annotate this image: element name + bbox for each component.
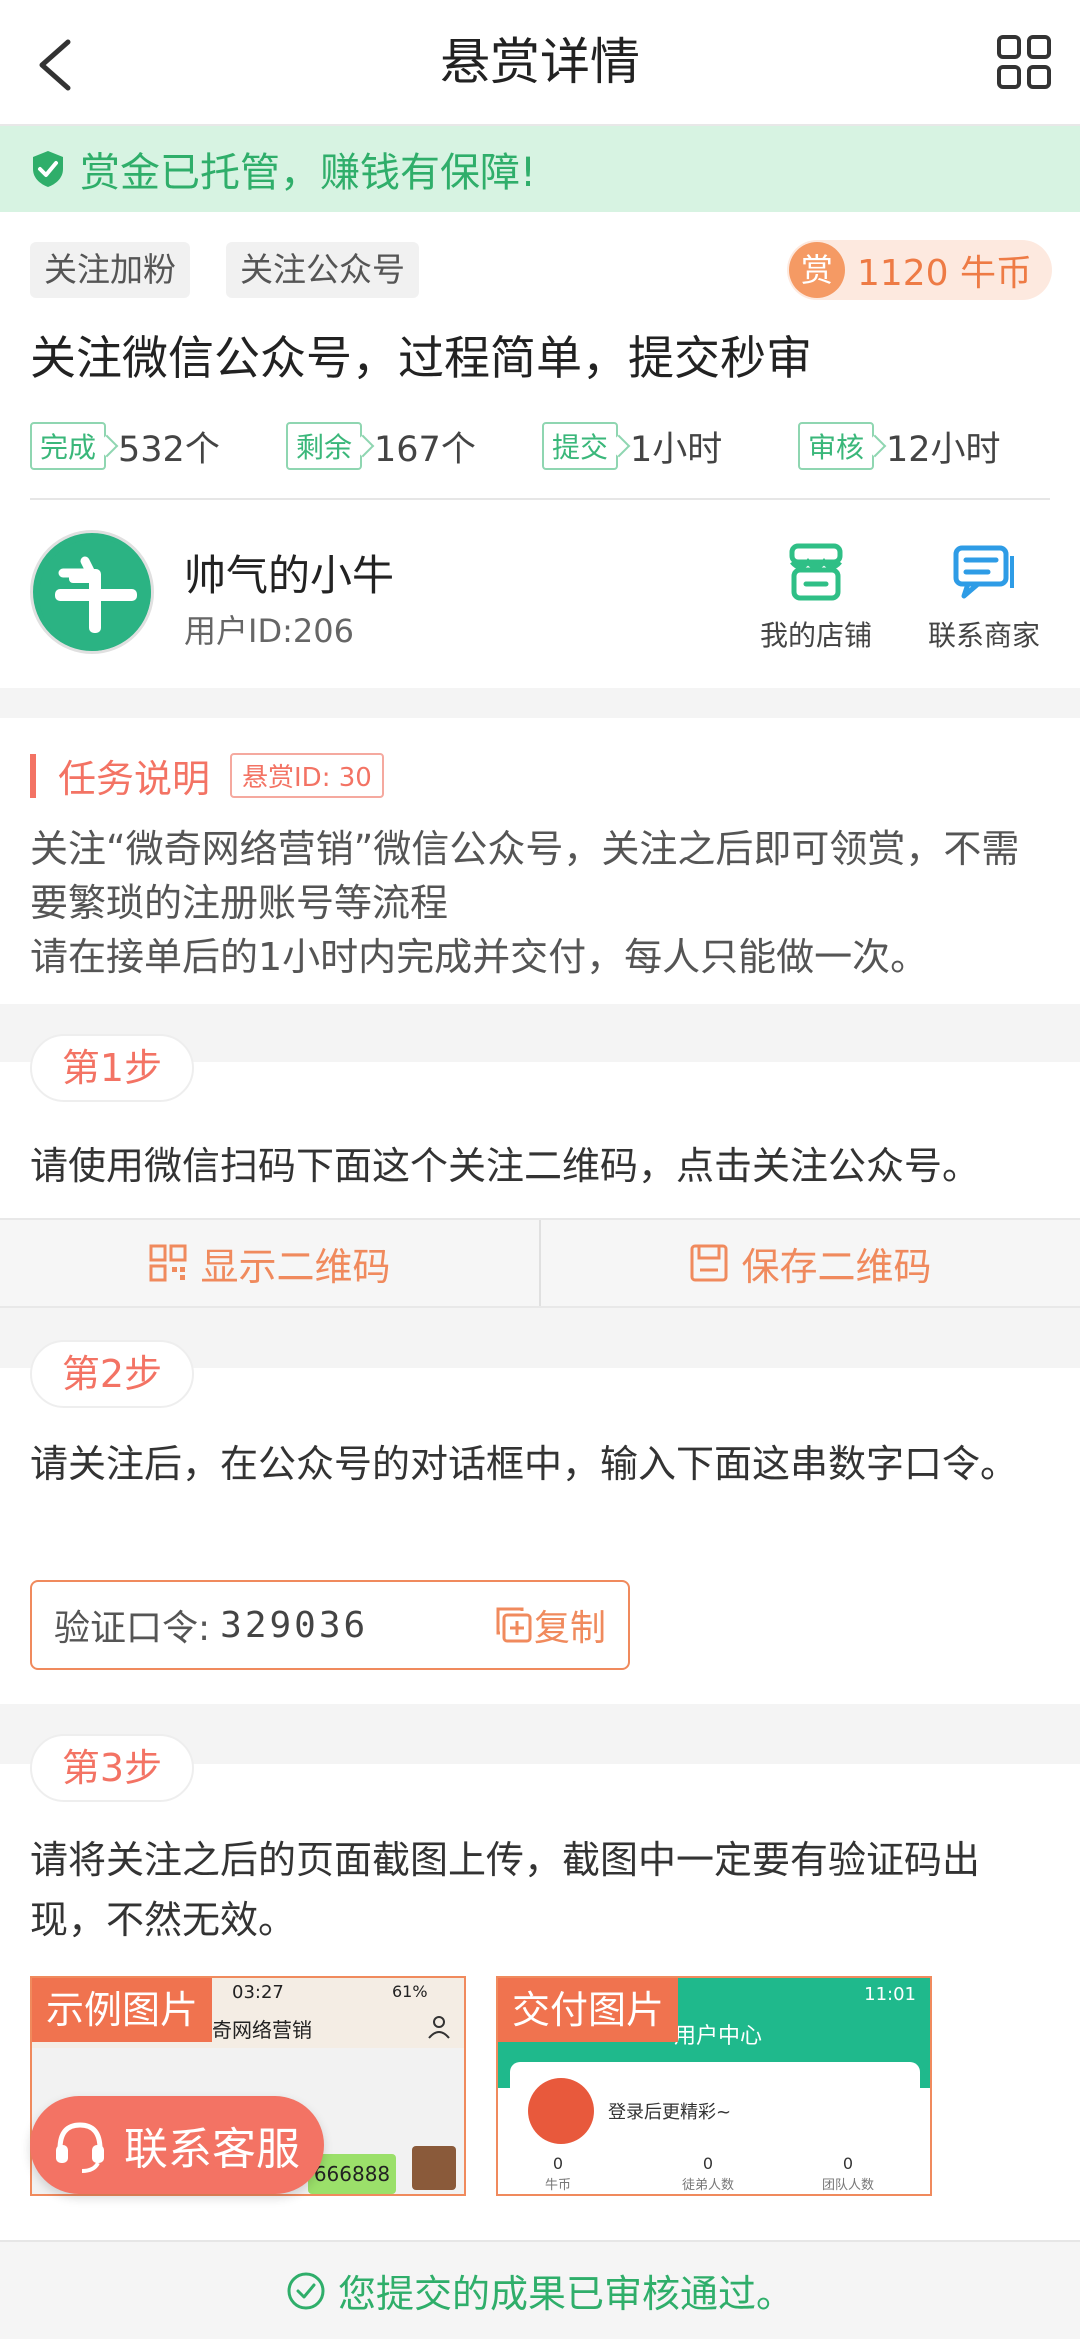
section-accent-bar: [30, 753, 36, 798]
stat-value: 532个: [118, 429, 220, 470]
reward-pill: 赏 1120 牛币: [786, 240, 1052, 300]
delivery-stat-label: 牛币: [544, 2178, 571, 2193]
chat-bubble-icon: [953, 545, 1014, 599]
escrow-banner-text: 赏金已托管，赚钱有保障!: [80, 150, 537, 196]
qr-code-icon: [149, 1244, 187, 1282]
description-line: 关注“微奇网络营销”微信公众号，关注之后即可领赏，不需要繁琐的注册账号等流程: [30, 827, 1020, 925]
delivery-stat-value: 0: [702, 2154, 714, 2173]
merchant-logo-icon: [39, 539, 151, 651]
delivery-stat-label: 团队人数: [821, 2178, 874, 2193]
copy-label: 复制: [533, 1608, 606, 1649]
show-qr-label: 显示二维码: [200, 1244, 391, 1289]
stat-value: 1小时: [630, 429, 723, 470]
code-value: 329036: [220, 1604, 369, 1646]
step-1-pill: 第1步: [30, 1034, 194, 1102]
task-info-card: 关注加粉 关注公众号 赏 1120 牛币 关注微信公众号，过程简单，提交秒审 完…: [0, 212, 1080, 688]
merchant-name: 帅气的小牛: [184, 551, 395, 600]
stat-value: 12小时: [886, 429, 1001, 470]
stat-label: 审核: [798, 422, 875, 470]
save-qr-label: 保存二维码: [741, 1244, 932, 1289]
save-qr-button[interactable]: 保存二维码: [539, 1220, 1080, 1306]
stat-label: 剩余: [286, 422, 363, 470]
step-2-pill: 第2步: [30, 1340, 194, 1408]
step-2-section: 请关注后，在公众号的对话框中，输入下面这串数字口令。 验证口令: 329036 …: [0, 1368, 1080, 1704]
shop-icon: [789, 543, 843, 601]
customer-service-label: 联系客服: [124, 2124, 300, 2175]
code-label: 验证口令:: [54, 1608, 211, 1649]
delivery-login-text: 登录后更精彩~: [608, 2102, 732, 2123]
my-shop-label: 我的店铺: [759, 619, 872, 652]
stat-label: 完成: [30, 422, 107, 470]
my-shop-button[interactable]: 我的店铺: [746, 542, 886, 654]
divider: [30, 498, 1050, 500]
review-status-text: 您提交的成果已审核通过。: [337, 2272, 794, 2316]
example-time: 03:27: [232, 1982, 284, 2003]
check-circle-icon: [287, 2272, 325, 2309]
step-instruction: 请使用微信扫码下面这个关注二维码，点击关注公众号。: [30, 1144, 981, 1188]
delivery-image[interactable]: 11:01 用户中心 登录后更精彩~ 0 牛币 0 徒弟人数 0 团队人数 交付…: [496, 1976, 932, 2196]
stat-remaining: 剩余 167个: [286, 416, 476, 476]
delivery-image-label: 交付图片: [498, 1978, 679, 2042]
description-line: 请在接单后的1小时内完成并交付，每人只能做一次。: [30, 935, 929, 979]
description-body: 关注“微奇网络营销”微信公众号，关注之后即可领赏，不需要繁琐的注册账号等流程 请…: [30, 822, 1040, 984]
stat-submit-time: 提交 1小时: [542, 416, 722, 476]
delivery-header-title: 用户中心: [674, 2024, 763, 2049]
task-description-section: 任务说明 悬赏ID: 30 关注“微奇网络营销”微信公众号，关注之后即可领赏，不…: [0, 718, 1080, 1004]
step-3-pill: 第3步: [30, 1734, 194, 1802]
review-status-bar: 您提交的成果已审核通过。: [0, 2240, 1080, 2339]
top-nav-bar: 悬赏详情: [0, 0, 1080, 126]
shield-check-icon: [33, 151, 63, 187]
delivery-avatar: [528, 2078, 594, 2144]
description-heading: 任务说明: [58, 757, 211, 801]
reward-badge: 赏: [788, 242, 845, 298]
stat-label: 提交: [542, 422, 619, 470]
stat-completed: 完成 532个: [30, 416, 220, 476]
delivery-time: 11:01: [864, 1984, 916, 2005]
escrow-banner: 赏金已托管，赚钱有保障!: [0, 126, 1080, 212]
delivery-stat-value: 0: [552, 2154, 564, 2173]
description-header: 任务说明 悬赏ID: 30: [30, 748, 384, 803]
reward-amount: 1120 牛币: [856, 253, 1032, 294]
customer-service-button[interactable]: 联系客服: [30, 2096, 324, 2194]
copy-icon: [496, 1607, 532, 1643]
verification-code-box: 验证口令: 329036 复制: [30, 1580, 630, 1670]
stat-review-time: 审核 12小时: [798, 416, 1001, 476]
person-icon: [428, 2016, 450, 2039]
delivery-stat-value: 0: [842, 2154, 854, 2173]
task-tag: 关注加粉: [30, 242, 190, 298]
headset-icon: [56, 2122, 104, 2173]
grid-menu-icon[interactable]: [996, 34, 1052, 90]
contact-merchant-button[interactable]: 联系商家: [914, 542, 1054, 654]
bounty-id-badge: 悬赏ID: 30: [230, 753, 384, 798]
page-title: 悬赏详情: [440, 33, 640, 91]
copy-code-button[interactable]: 复制: [494, 1599, 606, 1651]
merchant-user-id: 用户ID:206: [184, 612, 354, 650]
show-qr-button[interactable]: 显示二维码: [0, 1220, 539, 1306]
step-instruction: 请将关注之后的页面截图上传，截图中一定要有验证码出现，不然无效。: [30, 1838, 981, 1942]
merchant-avatar[interactable]: [30, 530, 154, 654]
example-chat-avatar: [412, 2146, 456, 2190]
qr-action-bar: 显示二维码 保存二维码: [0, 1218, 1080, 1308]
step-instruction: 请关注后，在公众号的对话框中，输入下面这串数字口令。: [30, 1442, 1019, 1486]
example-battery: 61%: [392, 1982, 428, 2001]
delivery-stat-label: 徒弟人数: [681, 2178, 734, 2193]
save-icon: [690, 1244, 728, 1282]
contact-merchant-label: 联系商家: [927, 619, 1040, 652]
example-account-name: 奇网络营销: [212, 2018, 312, 2042]
task-title: 关注微信公众号，过程简单，提交秒审: [30, 331, 812, 385]
example-image-label: 示例图片: [32, 1978, 213, 2042]
task-tag: 关注公众号: [226, 242, 419, 298]
stat-value: 167个: [374, 429, 476, 470]
